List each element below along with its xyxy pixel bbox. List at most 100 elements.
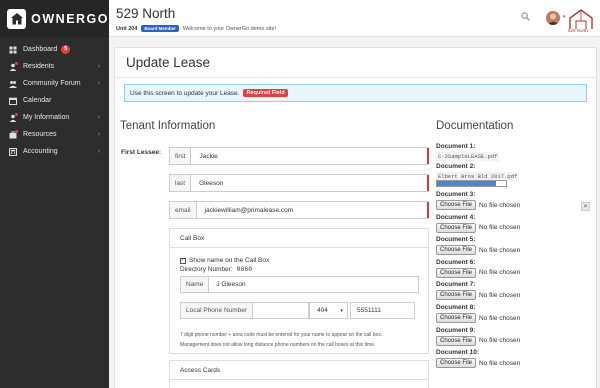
document-8-label: Document 8:: [436, 304, 476, 311]
document-3-label: Document 3:: [436, 191, 476, 198]
phone-addon: Local Phone Number: [181, 303, 254, 318]
info-alert: Use this screen to update your Lease. Re…: [124, 84, 587, 102]
file-input-row: Choose File No file chosen: [436, 313, 520, 323]
sidebar-item-my-information[interactable]: My Information ›: [0, 109, 109, 126]
document-1-label: Document 1:: [436, 143, 476, 150]
document-1-file-link[interactable]: C-2SampleLEASE.pdf: [436, 152, 500, 161]
show-name-row: ✓ Show name on the Call Box: [180, 257, 269, 264]
unit-number: Unit 204: [116, 25, 138, 32]
notification-badge: 5: [61, 45, 71, 54]
last-name-addon: last: [170, 175, 192, 191]
show-name-label: Show name on the Call Box: [189, 257, 270, 264]
welcome-message: Welcome to your OwnerGo demo site!: [182, 25, 277, 32]
file-input-row: Choose File No file chosen: [436, 200, 520, 210]
house-logo-icon: [7, 8, 27, 29]
file-input-row: Choose File No file chosen: [436, 358, 521, 369]
last-name-group: last Gleeson: [169, 174, 429, 192]
no-file-chosen-text: No file chosen: [479, 337, 521, 345]
avatar[interactable]: [546, 11, 560, 25]
choose-file-button[interactable]: Choose File: [436, 335, 477, 346]
access-cards-panel: Access Cards: [169, 360, 429, 388]
search-icon[interactable]: [521, 12, 530, 23]
email-group: email jackiewilliam@primalease.com: [169, 201, 429, 219]
phone-number-input[interactable]: 5551111: [350, 302, 415, 319]
alert-dot: [15, 62, 18, 65]
role-badge: Board Member: [141, 25, 179, 32]
first-name-input[interactable]: Jackie: [191, 148, 429, 164]
sidebar-item-label: Community Forum: [23, 80, 81, 87]
info-text: Use this screen to update your Lease.: [130, 89, 240, 97]
sidebar-item-label: Accounting: [23, 148, 58, 155]
directory-number-label: Directory Number:: [180, 266, 233, 273]
choose-file-button[interactable]: Choose File: [436, 222, 477, 233]
no-file-chosen-text: No file chosen: [479, 224, 521, 232]
no-file-chosen-text: No file chosen: [479, 359, 521, 367]
sidebar-item-label: Resources: [23, 131, 57, 138]
sidebar-item-community-forum[interactable]: Community Forum ›: [0, 75, 109, 92]
close-icon[interactable]: ×: [581, 202, 590, 211]
no-file-chosen-text: No file chosen: [479, 201, 521, 209]
alert-dot: [15, 113, 18, 116]
choose-file-button[interactable]: Choose File: [436, 290, 477, 301]
sidebar-item-accounting[interactable]: Accounting ›: [0, 143, 109, 160]
no-file-chosen-text: No file chosen: [479, 314, 521, 322]
required-field-badge: Required Field: [243, 89, 288, 97]
no-file-chosen-text: No file chosen: [479, 269, 521, 277]
upload-progress-fill: [437, 181, 497, 186]
calculator-icon: [9, 147, 17, 156]
sidebar-item-residents[interactable]: Residents ›: [0, 58, 109, 75]
area-code-select[interactable]: 404 ▾: [309, 302, 348, 319]
tenant-information-heading: Tenant Information: [120, 120, 216, 132]
choose-file-button[interactable]: Choose File: [436, 267, 477, 278]
file-input-row: Choose File No file chosen: [436, 222, 521, 233]
choose-file-button[interactable]: Choose File: [436, 358, 477, 369]
file-input-row: Choose File No file chosen: [436, 290, 521, 301]
no-file-chosen-text: No file chosen: [479, 246, 521, 254]
sidebar-item-label: My Information: [23, 114, 70, 121]
document-6-label: Document 6:: [436, 258, 476, 266]
sidebar-item-label: Residents: [23, 63, 55, 70]
sidebar: OWNERGO Dashboard 5 Residents › Communit…: [0, 0, 109, 388]
divider: [115, 77, 596, 78]
phone-policy-hint: Management does not allow long distance …: [180, 342, 376, 348]
phone-group: Local Phone Number: [180, 302, 309, 319]
page-title: Update Lease: [126, 55, 211, 70]
chevron-down-icon[interactable]: ▾: [563, 14, 566, 20]
sidebar-item-dashboard[interactable]: Dashboard 5: [0, 41, 109, 58]
chevron-right-icon: ›: [97, 63, 100, 70]
logo[interactable]: OWNERGO: [0, 0, 109, 37]
document-9-label: Document 9:: [436, 326, 476, 334]
unit-line: Unit 204 Board Member Welcome to your Ow…: [116, 25, 276, 32]
top-header: 529 North Unit 204 Board Member Welcome …: [109, 0, 600, 37]
sidebar-item-label: Calendar: [23, 97, 52, 104]
choose-file-button[interactable]: Choose File: [436, 313, 477, 323]
no-file-chosen-text: No file chosen: [479, 291, 521, 299]
first-lessee-label: First Lessee:: [121, 149, 162, 156]
email-addon: email: [170, 202, 197, 218]
sidebar-item-resources[interactable]: Resources ›: [0, 126, 109, 143]
access-cards-heading: Access Cards: [170, 361, 428, 380]
call-box-heading: Call Box: [170, 229, 428, 248]
documentation-heading: Documentation: [436, 120, 514, 132]
app-name: OWNERGO: [31, 11, 109, 26]
callbox-name-input[interactable]: J Gleeson: [209, 277, 418, 292]
dashboard-icon: [9, 46, 17, 54]
choose-file-button[interactable]: Choose File: [436, 245, 477, 256]
last-name-input[interactable]: Gleeson: [191, 175, 429, 191]
show-name-checkbox[interactable]: ✓: [180, 257, 186, 264]
upload-progress-bar: [436, 180, 507, 187]
chevron-right-icon: ›: [97, 148, 100, 155]
call-box-panel: Call Box ✓ Show name on the Call Box Dir…: [169, 228, 429, 354]
sidebar-item-calendar[interactable]: Calendar: [0, 92, 109, 109]
choose-file-button[interactable]: Choose File: [436, 200, 477, 210]
directory-number: 0060: [236, 266, 253, 273]
email-input[interactable]: jackiewilliam@primalease.com: [197, 202, 429, 218]
users-icon: [9, 80, 17, 88]
document-4-label: Document 4:: [436, 213, 476, 221]
chevron-right-icon: ›: [97, 131, 100, 138]
chevron-right-icon: ›: [97, 114, 100, 121]
property-name: 529 North: [116, 6, 176, 21]
sidebar-item-label: Dashboard: [23, 46, 58, 53]
directory-number-row: Directory Number: 0060: [180, 266, 252, 273]
callbox-name-group: Name J Gleeson: [180, 276, 419, 293]
